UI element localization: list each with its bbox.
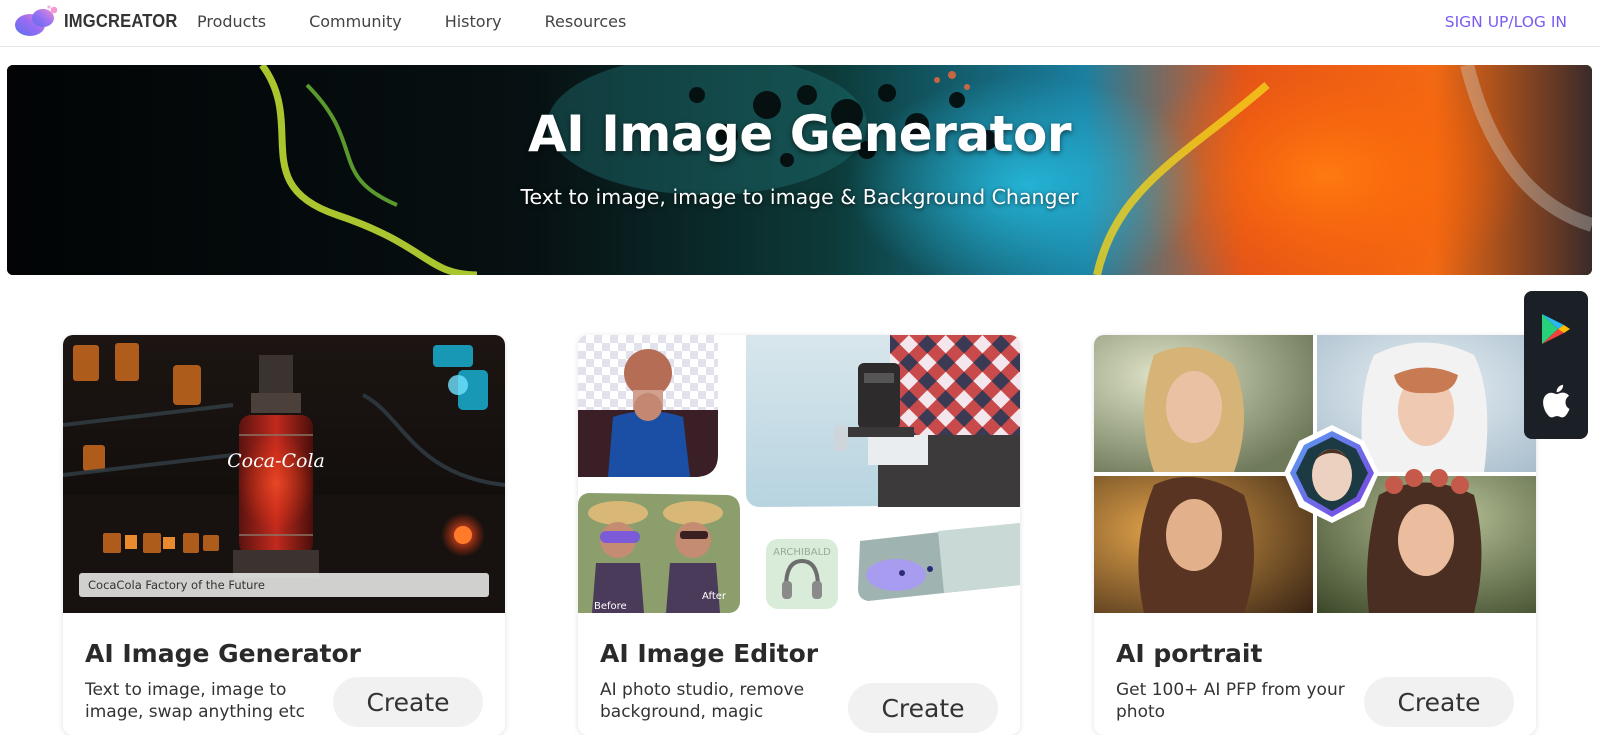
card-ai-image-editor[interactable]: Before After ARCHIBALD AI Image Editor A… <box>578 335 1020 735</box>
card-description: Get 100+ AI PFP from your photo <box>1116 680 1345 722</box>
nav-resources[interactable]: Resources <box>545 12 627 31</box>
hero-subtitle: Text to image, image to image & Backgrou… <box>520 185 1079 209</box>
after-label: After <box>702 591 727 602</box>
card-ai-portrait[interactable]: AI portrait Get 100+ AI PFP from your ph… <box>1094 335 1536 735</box>
card-description: AI photo studio, remove background, magi… <box>600 680 805 722</box>
before-label: Before <box>594 601 627 612</box>
archibald-label: ARCHIBALD <box>773 547 831 558</box>
card-title: AI Image Generator <box>85 639 362 668</box>
card-image-editor-collage: Before After ARCHIBALD <box>578 335 1020 613</box>
app-store-panel <box>1524 291 1588 439</box>
card-image-portrait-grid <box>1094 335 1536 613</box>
nav-history[interactable]: History <box>445 12 502 31</box>
coca-cola-logo-text: Coca-Cola <box>227 450 325 472</box>
card-ai-image-generator[interactable]: Coca-Cola CocaCola Factory of the Future… <box>63 335 505 735</box>
brand-logo[interactable]: IMGCREATOR <box>10 4 187 38</box>
brand-name: IMGCREATOR <box>64 10 178 31</box>
top-navigation: IMGCREATOR Products Community History Re… <box>0 0 1600 47</box>
hero-title: AI Image Generator <box>527 105 1072 163</box>
main-nav: Products Community History Resources <box>197 12 669 31</box>
google-play-icon[interactable] <box>1524 297 1588 361</box>
card-title: AI Image Editor <box>600 639 819 668</box>
create-button[interactable]: Create <box>333 677 483 727</box>
logo-blob-icon <box>10 4 58 38</box>
apple-icon[interactable] <box>1524 369 1588 433</box>
nav-community[interactable]: Community <box>309 12 402 31</box>
card-title: AI portrait <box>1116 639 1263 668</box>
card-image-coca-cola-factory: Coca-Cola CocaCola Factory of the Future <box>63 335 505 613</box>
image-caption: CocaCola Factory of the Future <box>79 573 489 597</box>
card-description: Text to image, image to image, swap anyt… <box>85 680 305 722</box>
hero-fluid-art-background <box>7 65 1592 275</box>
signup-login-link[interactable]: SIGN UP/LOG IN <box>1445 13 1567 31</box>
hero-banner: AI Image Generator Text to image, image … <box>7 65 1592 275</box>
create-button[interactable]: Create <box>848 683 998 733</box>
nav-products[interactable]: Products <box>197 12 266 31</box>
create-button[interactable]: Create <box>1364 677 1514 727</box>
